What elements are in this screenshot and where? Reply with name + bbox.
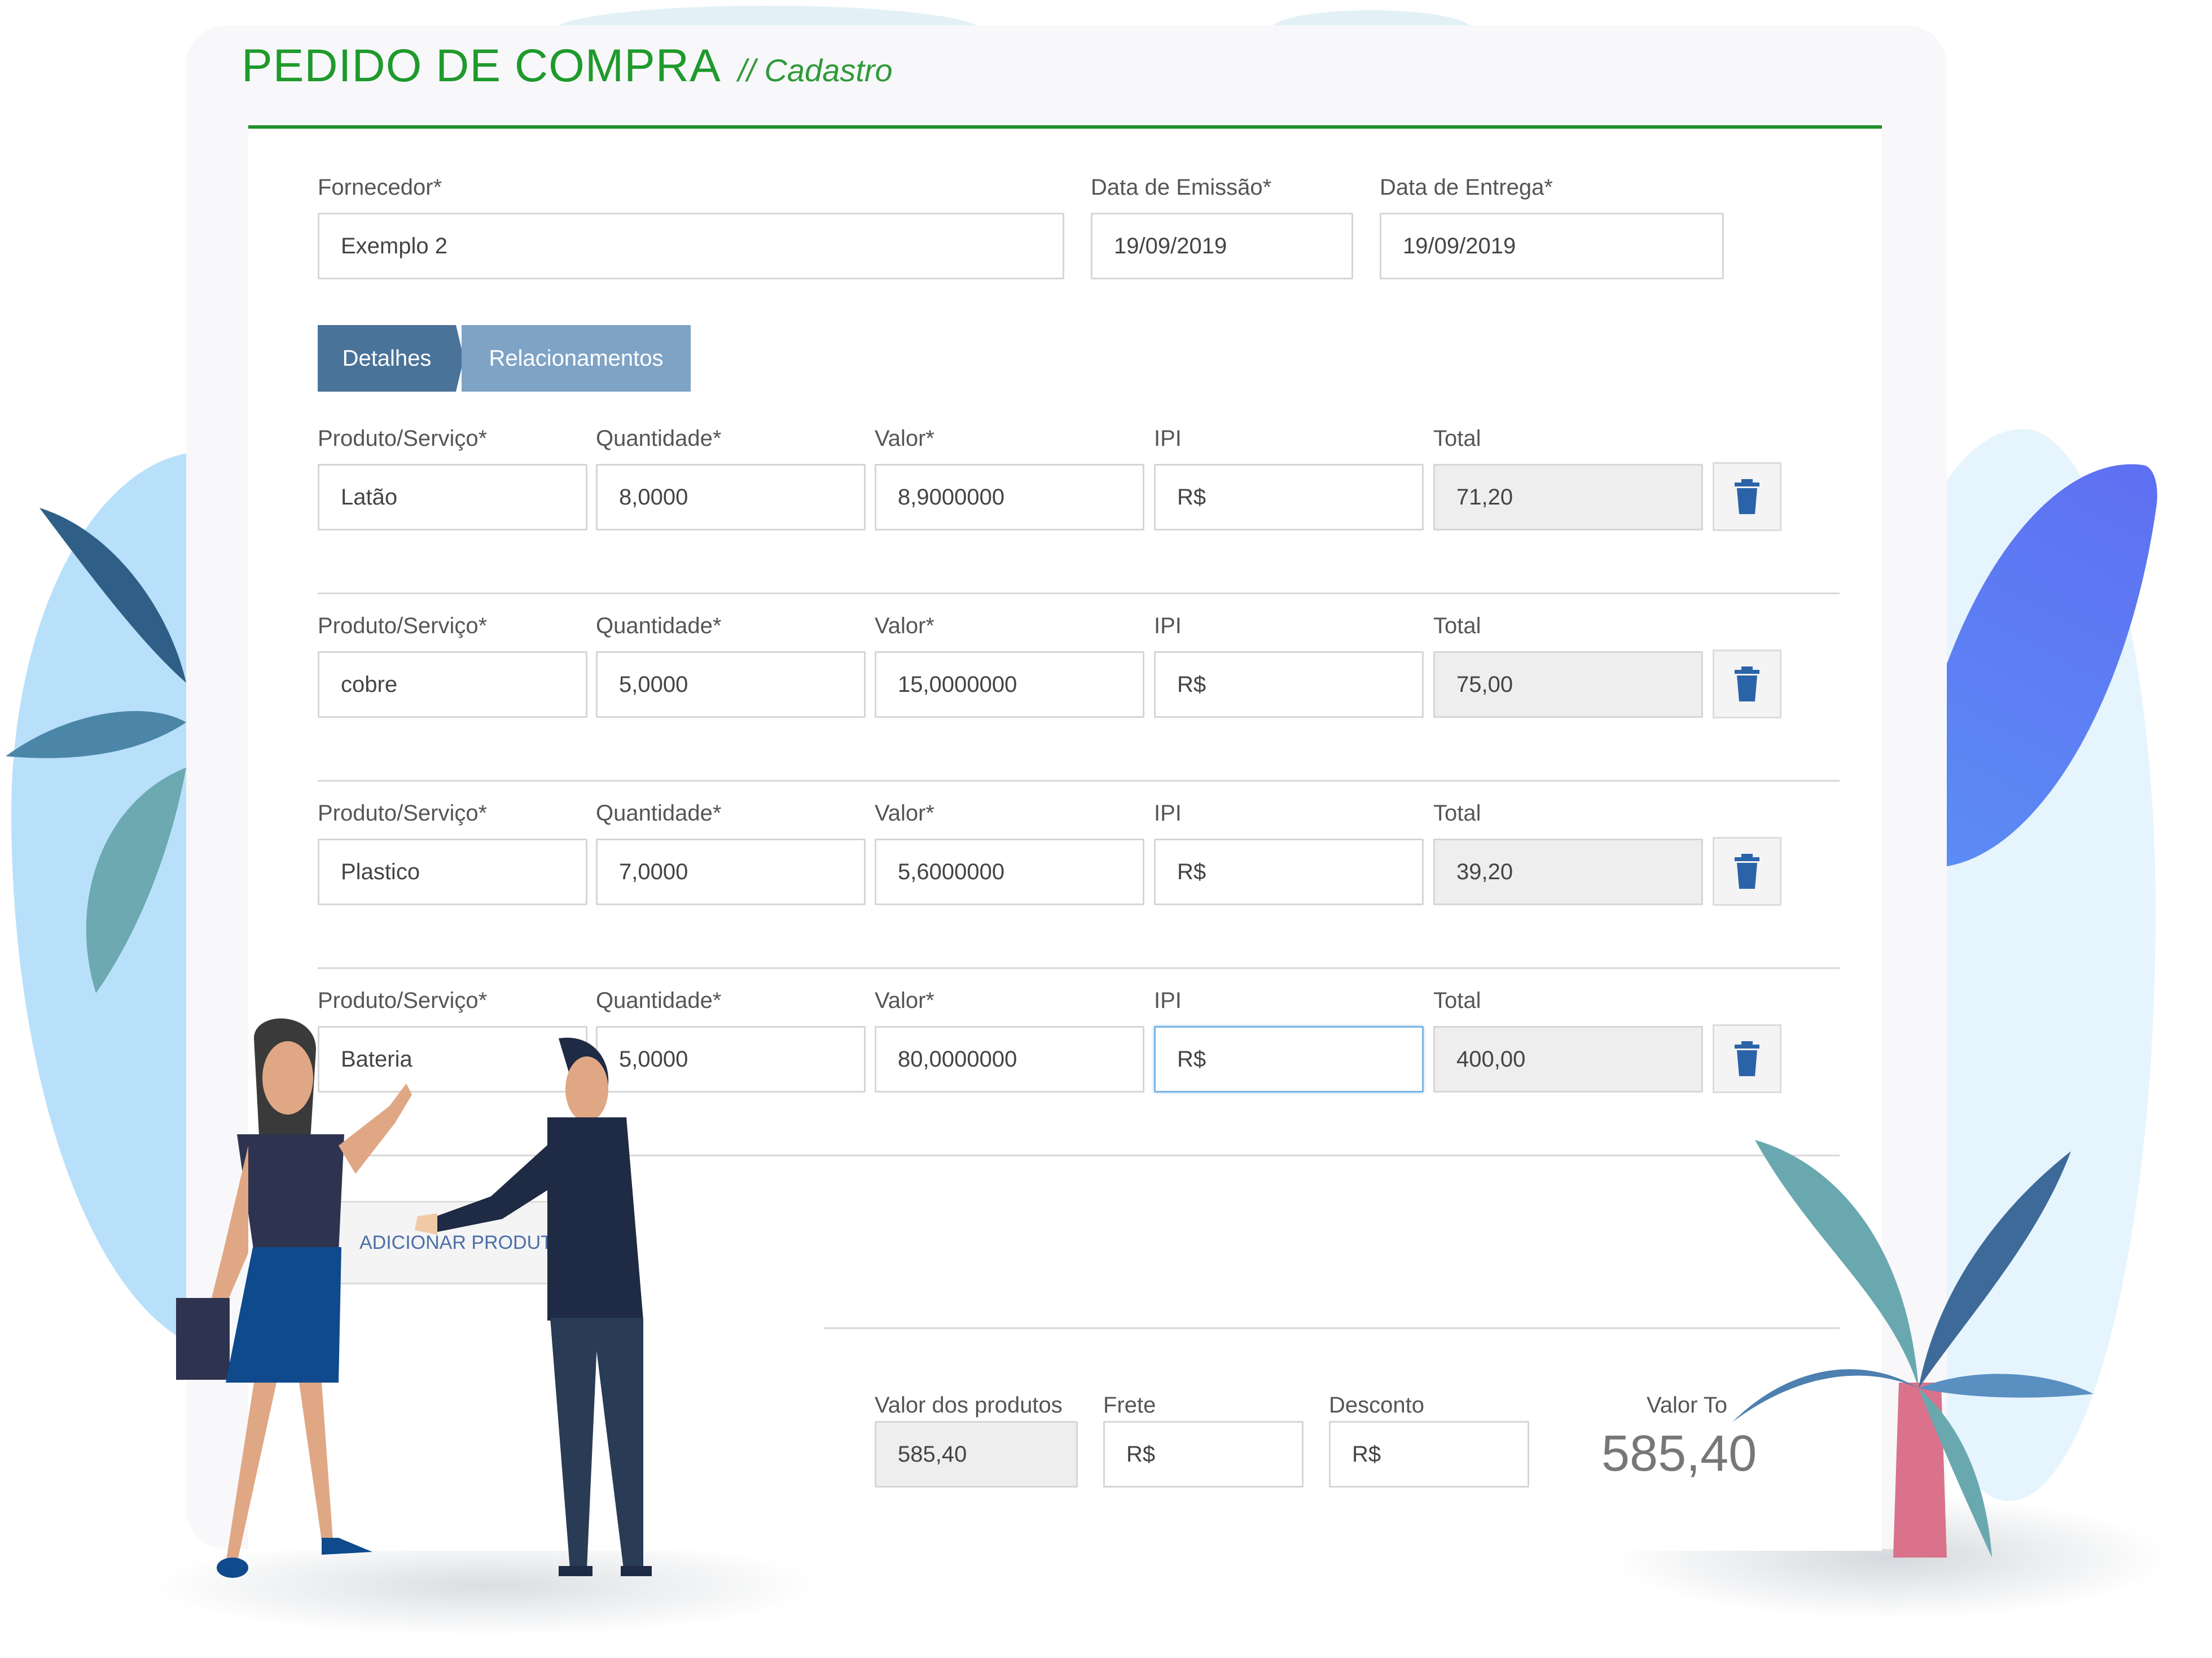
page-title: PEDIDO DE COMPRA [242, 40, 721, 91]
quantidade-input[interactable]: 8,0000 [596, 464, 866, 530]
quantidade-input[interactable]: 5,0000 [596, 651, 866, 718]
trash-icon [1735, 1041, 1759, 1076]
valor-input[interactable]: 15,0000000 [875, 651, 1144, 718]
trash-icon [1735, 854, 1759, 889]
ipi-label: IPI [1154, 801, 1182, 826]
row-divider [318, 780, 1840, 782]
palm-plant-right [1732, 1140, 2094, 1558]
man-illustration [415, 1037, 652, 1576]
total-label: Total [1433, 613, 1481, 638]
valor-total-label: Valor To [1647, 1393, 1728, 1418]
trash-icon [1735, 479, 1759, 514]
quantidade-label: Quantidade* [596, 426, 722, 451]
frete-label: Frete [1103, 1393, 1156, 1418]
total-label: Total [1433, 801, 1481, 826]
page-header: PEDIDO DE COMPRA // Cadastro [242, 40, 893, 107]
produto-label: Produto/Serviço* [318, 613, 488, 638]
trash-icon [1735, 666, 1759, 701]
valor-label: Valor* [875, 988, 934, 1013]
row-divider [318, 967, 1840, 969]
valor-label: Valor* [875, 801, 934, 826]
produto-input[interactable]: Plastico [318, 839, 587, 905]
produto-input[interactable]: cobre [318, 651, 587, 718]
quantidade-input[interactable]: 7,0000 [596, 839, 866, 905]
produto-label: Produto/Serviço* [318, 801, 488, 826]
tab-detalhes[interactable]: Detalhes [318, 325, 456, 392]
desconto-label: Desconto [1329, 1393, 1424, 1418]
quantidade-label: Quantidade* [596, 988, 722, 1013]
total-field: 75,00 [1433, 651, 1703, 718]
ipi-input[interactable]: R$ [1154, 651, 1424, 718]
delete-item-button[interactable] [1713, 1024, 1781, 1093]
total-label: Total [1433, 426, 1481, 451]
ipi-label: IPI [1154, 613, 1182, 638]
data-entrega-label: Data de Entrega* [1380, 175, 1553, 200]
page-subtitle: // Cadastro [738, 52, 893, 88]
ipi-input[interactable]: R$ [1154, 464, 1424, 530]
valor-input[interactable]: 5,6000000 [875, 839, 1144, 905]
desconto-input[interactable]: R$ [1329, 1421, 1529, 1488]
data-emissao-label: Data de Emissão* [1091, 175, 1272, 200]
data-emissao-input[interactable]: 19/09/2019 [1091, 213, 1353, 279]
woman-illustration [176, 1018, 412, 1578]
ipi-input[interactable]: R$ [1154, 839, 1424, 905]
tab-relacionamentos[interactable]: Relacionamentos [462, 325, 691, 392]
fornecedor-label: Fornecedor* [318, 175, 442, 200]
valor-input[interactable]: 8,9000000 [875, 464, 1144, 530]
valor-label: Valor* [875, 426, 934, 451]
palm-leaves-left [6, 508, 186, 993]
valor-produtos-field: 585,40 [875, 1421, 1078, 1488]
ipi-label: IPI [1154, 988, 1182, 1013]
valor-produtos-label: Valor dos produtos [875, 1393, 1063, 1418]
valor-label: Valor* [875, 613, 934, 638]
produto-label: Produto/Serviço* [318, 426, 488, 451]
delete-item-button[interactable] [1713, 650, 1781, 718]
quantidade-label: Quantidade* [596, 613, 722, 638]
total-field: 71,20 [1433, 464, 1703, 530]
total-label: Total [1433, 988, 1481, 1013]
ipi-label: IPI [1154, 426, 1182, 451]
frete-input[interactable]: R$ [1103, 1421, 1304, 1488]
summary-divider [824, 1327, 1840, 1329]
produto-input[interactable]: Latão [318, 464, 587, 530]
data-entrega-input[interactable]: 19/09/2019 [1380, 213, 1724, 279]
row-divider [318, 593, 1840, 594]
total-field: 400,00 [1433, 1026, 1703, 1093]
fornecedor-input[interactable]: Exemplo 2 [318, 213, 1064, 279]
delete-item-button[interactable] [1713, 462, 1781, 531]
delete-item-button[interactable] [1713, 837, 1781, 906]
ipi-input[interactable]: R$ [1154, 1026, 1424, 1093]
valor-input[interactable]: 80,0000000 [875, 1026, 1144, 1093]
quantidade-label: Quantidade* [596, 801, 722, 826]
total-field: 39,20 [1433, 839, 1703, 905]
produto-label: Produto/Serviço* [318, 988, 488, 1013]
